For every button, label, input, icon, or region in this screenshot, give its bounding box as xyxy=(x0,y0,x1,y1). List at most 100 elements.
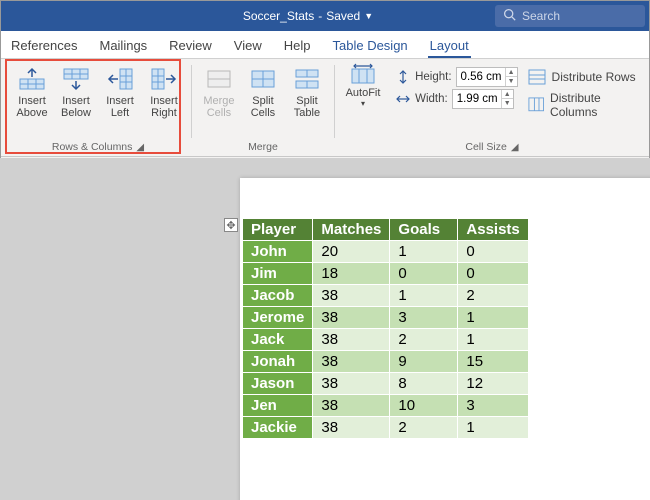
page[interactable]: ✥ PlayerMatchesGoalsAssists John2010Jim1… xyxy=(240,178,650,500)
table-cell[interactable]: 12 xyxy=(458,373,528,395)
tab-references[interactable]: References xyxy=(9,32,79,58)
height-input[interactable] xyxy=(457,71,505,83)
table-row[interactable]: Jackie3821 xyxy=(243,417,529,439)
table-move-handle[interactable]: ✥ xyxy=(224,218,238,232)
table-cell[interactable]: Jerome xyxy=(243,307,313,329)
table-cell[interactable]: 38 xyxy=(313,417,390,439)
table-cell[interactable]: 2 xyxy=(458,285,528,307)
save-status: Saved xyxy=(326,9,360,23)
width-down[interactable]: ▼ xyxy=(502,99,513,108)
insert-below-icon xyxy=(62,67,90,91)
table-row[interactable]: Jack3821 xyxy=(243,329,529,351)
table-cell[interactable]: 15 xyxy=(458,351,528,373)
table-cell[interactable]: 3 xyxy=(390,307,458,329)
document-area: ✥ PlayerMatchesGoalsAssists John2010Jim1… xyxy=(0,158,650,500)
height-down[interactable]: ▼ xyxy=(506,77,517,86)
table-cell[interactable]: 0 xyxy=(390,263,458,285)
chevron-down-icon: ▾ xyxy=(361,99,365,108)
table-cell[interactable]: Jason xyxy=(243,373,313,395)
tab-view[interactable]: View xyxy=(232,32,264,58)
table-cell[interactable]: 38 xyxy=(313,329,390,351)
distribute-columns-button[interactable]: Distribute Columns xyxy=(528,91,643,119)
search-box[interactable]: Search xyxy=(495,5,645,27)
table-row[interactable]: Jerome3831 xyxy=(243,307,529,329)
table-cell[interactable]: 8 xyxy=(390,373,458,395)
table-cell[interactable]: Jackie xyxy=(243,417,313,439)
split-table-icon xyxy=(293,67,321,91)
table-cell[interactable]: 1 xyxy=(458,307,528,329)
height-up[interactable]: ▲ xyxy=(506,68,517,77)
insert-right-button[interactable]: Insert Right xyxy=(143,63,185,140)
table-cell[interactable]: 0 xyxy=(458,263,528,285)
group-rows-columns: Insert Above Insert Below Insert Left In… xyxy=(5,61,191,156)
group-label-rows-columns: Rows & Columns xyxy=(52,141,133,153)
table-cell[interactable]: 18 xyxy=(313,263,390,285)
tab-layout[interactable]: Layout xyxy=(428,32,471,58)
insert-below-button[interactable]: Insert Below xyxy=(55,63,97,140)
title-dropdown-icon[interactable]: ▼ xyxy=(364,11,373,21)
split-cells-icon xyxy=(249,67,277,91)
table-row[interactable]: Jason38812 xyxy=(243,373,529,395)
cell-size-dialog-launcher[interactable]: ◢ xyxy=(511,142,519,153)
width-input[interactable] xyxy=(453,93,501,105)
rows-columns-dialog-launcher[interactable]: ◢ xyxy=(136,142,144,153)
autofit-button[interactable]: AutoFit ▾ xyxy=(341,63,385,140)
table-cell[interactable]: Jen xyxy=(243,395,313,417)
data-table[interactable]: PlayerMatchesGoalsAssists John2010Jim180… xyxy=(242,218,529,439)
table-cell[interactable]: 2 xyxy=(390,417,458,439)
table-cell[interactable]: 20 xyxy=(313,241,390,263)
table-cell[interactable]: John xyxy=(243,241,313,263)
tab-mailings[interactable]: Mailings xyxy=(97,32,149,58)
table-cell[interactable]: Jim xyxy=(243,263,313,285)
table-cell[interactable]: 1 xyxy=(458,417,528,439)
table-cell[interactable]: 9 xyxy=(390,351,458,373)
table-row[interactable]: Jonah38915 xyxy=(243,351,529,373)
table-header[interactable]: Player xyxy=(243,219,313,241)
distribute-rows-button[interactable]: Distribute Rows xyxy=(528,69,643,85)
search-icon xyxy=(503,8,516,24)
group-merge: Merge Cells Split Cells Split Table Merg… xyxy=(192,61,334,156)
title-bar: Soccer_Stats - Saved ▼ Search xyxy=(1,1,649,31)
height-spinner[interactable]: ▲▼ xyxy=(456,67,518,87)
width-icon xyxy=(395,91,411,107)
tab-table-design[interactable]: Table Design xyxy=(331,32,410,58)
table-cell[interactable]: 1 xyxy=(390,285,458,307)
table-cell[interactable]: 38 xyxy=(313,285,390,307)
group-label-merge: Merge xyxy=(248,141,278,153)
table-header[interactable]: Matches xyxy=(313,219,390,241)
table-cell[interactable]: Jacob xyxy=(243,285,313,307)
table-row[interactable]: Jen38103 xyxy=(243,395,529,417)
insert-right-icon xyxy=(150,67,178,91)
document-title: Soccer_Stats - Saved ▼ xyxy=(1,9,495,23)
width-spinner[interactable]: ▲▼ xyxy=(452,89,514,109)
merge-cells-button: Merge Cells xyxy=(198,63,240,140)
autofit-icon xyxy=(350,63,376,85)
tab-help[interactable]: Help xyxy=(282,32,313,58)
table-cell[interactable]: 38 xyxy=(313,307,390,329)
tab-review[interactable]: Review xyxy=(167,32,214,58)
table-cell[interactable]: 0 xyxy=(458,241,528,263)
table-row[interactable]: John2010 xyxy=(243,241,529,263)
table-cell[interactable]: 38 xyxy=(313,351,390,373)
table-cell[interactable]: 1 xyxy=(458,329,528,351)
table-cell[interactable]: 2 xyxy=(390,329,458,351)
table-header[interactable]: Assists xyxy=(458,219,528,241)
table-row[interactable]: Jacob3812 xyxy=(243,285,529,307)
table-header[interactable]: Goals xyxy=(390,219,458,241)
insert-left-icon xyxy=(106,67,134,91)
split-cells-button[interactable]: Split Cells xyxy=(242,63,284,140)
table-row[interactable]: Jim1800 xyxy=(243,263,529,285)
table-cell[interactable]: Jack xyxy=(243,329,313,351)
table-cell[interactable]: 1 xyxy=(390,241,458,263)
table-cell[interactable]: 3 xyxy=(458,395,528,417)
split-table-button[interactable]: Split Table xyxy=(286,63,328,140)
merge-cells-icon xyxy=(205,67,233,91)
width-label: Width: xyxy=(415,93,448,105)
table-cell[interactable]: 10 xyxy=(390,395,458,417)
table-cell[interactable]: 38 xyxy=(313,373,390,395)
insert-above-button[interactable]: Insert Above xyxy=(11,63,53,140)
insert-left-button[interactable]: Insert Left xyxy=(99,63,141,140)
table-cell[interactable]: Jonah xyxy=(243,351,313,373)
width-up[interactable]: ▲ xyxy=(502,90,513,99)
table-cell[interactable]: 38 xyxy=(313,395,390,417)
